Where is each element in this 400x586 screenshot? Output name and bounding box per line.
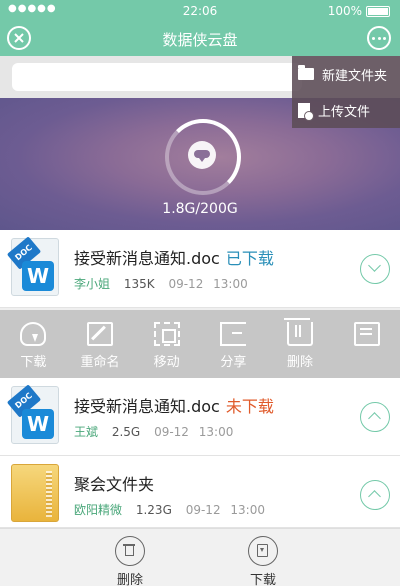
search-input[interactable] bbox=[12, 63, 302, 91]
download-status: 未下载 bbox=[225, 397, 274, 416]
file-name-line: 聚会文件夹 bbox=[74, 471, 154, 495]
menu-item-label: 上传文件 bbox=[318, 104, 371, 120]
file-date: 09-12 bbox=[185, 503, 221, 517]
file-owner: 欧阳精微 bbox=[74, 503, 123, 517]
action-label: 重命名 bbox=[80, 355, 120, 370]
file-size: 2.5G bbox=[111, 425, 141, 439]
file-date: 09-12 bbox=[168, 277, 204, 291]
file-time: 13:00 bbox=[230, 503, 265, 517]
menu-item-label: 新建文件夹 bbox=[322, 68, 388, 84]
action-label: 分享 bbox=[220, 355, 247, 370]
storage-usage: 1.8G/200G bbox=[162, 201, 238, 217]
cloud-download-icon bbox=[20, 322, 47, 346]
menu-item-new-folder[interactable]: 新建文件夹 bbox=[292, 56, 400, 92]
file-date: 09-12 bbox=[154, 425, 189, 439]
expand-button[interactable] bbox=[360, 402, 390, 432]
action-label: 移动 bbox=[153, 355, 180, 370]
battery-indicator: 100% bbox=[328, 4, 390, 18]
rename-action-button[interactable]: 重命名 bbox=[67, 310, 134, 378]
trash-icon bbox=[115, 536, 145, 566]
edit-icon bbox=[87, 322, 113, 346]
file-name: 接受新消息通知.doc bbox=[74, 397, 220, 416]
action-label: 下载 bbox=[20, 355, 47, 370]
file-time: 13:00 bbox=[213, 277, 248, 291]
file-size: 1.23G bbox=[135, 503, 172, 517]
bottom-download-label: 下载 bbox=[249, 573, 276, 586]
file-name-line: 接受新消息通知.doc 未下载 bbox=[74, 393, 274, 417]
upload-file-icon bbox=[298, 102, 314, 121]
share-action-button[interactable]: 分享 bbox=[200, 310, 267, 378]
file-name: 接受新消息通知.doc bbox=[74, 249, 220, 268]
download-action-button[interactable]: 下载 bbox=[0, 310, 67, 378]
file-row[interactable]: 聚会文件夹 欧阳精微 1.23G 09-12 13:00 bbox=[0, 456, 400, 528]
bottom-delete-label: 删除 bbox=[116, 573, 143, 586]
collapse-button[interactable] bbox=[360, 254, 390, 284]
file-meta: 李小姐 135K 09-12 13:00 bbox=[74, 275, 248, 292]
app-header: ●●●●● 22:06 100% 数据侠云盘 bbox=[0, 0, 400, 56]
more-options-button[interactable] bbox=[367, 26, 391, 50]
download-status: 已下载 bbox=[225, 249, 274, 268]
file-owner: 王斌 bbox=[74, 425, 99, 439]
status-bar: ●●●●● 22:06 100% bbox=[0, 0, 400, 22]
move-icon bbox=[153, 322, 180, 346]
delete-action-button[interactable]: 删除 bbox=[267, 310, 334, 378]
file-meta: 王斌 2.5G 09-12 13:00 bbox=[74, 423, 233, 440]
file-owner: 李小姐 bbox=[74, 277, 111, 291]
cloud-download-icon[interactable] bbox=[188, 141, 216, 169]
file-meta: 欧阳精微 1.23G 09-12 13:00 bbox=[74, 501, 265, 518]
file-name: 聚会文件夹 bbox=[74, 475, 155, 494]
folder-file-icon bbox=[11, 464, 59, 522]
share-icon bbox=[220, 322, 247, 346]
bottom-download-button[interactable]: 下载 bbox=[223, 529, 303, 586]
menu-item-upload-file[interactable]: 上传文件 bbox=[292, 92, 400, 128]
doc-file-icon: DOC W bbox=[6, 384, 59, 444]
download-icon bbox=[248, 536, 278, 566]
file-size: 135K bbox=[123, 277, 155, 291]
trash-icon bbox=[284, 318, 314, 346]
file-action-bar: 下载 重命名 移动 分享 删除 bbox=[0, 310, 400, 378]
more-action-button[interactable] bbox=[333, 310, 400, 378]
options-menu: 新建文件夹 上传文件 bbox=[292, 56, 400, 128]
file-name-line: 接受新消息通知.doc 已下载 bbox=[74, 245, 274, 269]
file-time: 13:00 bbox=[198, 425, 234, 439]
bottom-toolbar: 删除 下载 bbox=[0, 528, 400, 586]
expand-button[interactable] bbox=[360, 480, 390, 510]
action-label: 删除 bbox=[287, 355, 314, 370]
file-row[interactable]: DOC W 接受新消息通知.doc 已下载 李小姐 135K 09-12 13:00 bbox=[0, 230, 400, 308]
more-icon bbox=[353, 322, 380, 346]
doc-file-icon: DOC W bbox=[6, 236, 59, 296]
file-row[interactable]: DOC W 接受新消息通知.doc 未下载 王斌 2.5G 09-12 13:00 bbox=[0, 378, 400, 456]
folder-icon bbox=[298, 65, 314, 80]
move-action-button[interactable]: 移动 bbox=[133, 310, 200, 378]
bottom-delete-button[interactable]: 删除 bbox=[90, 529, 170, 586]
page-title: 数据侠云盘 bbox=[162, 31, 238, 49]
battery-icon bbox=[366, 5, 390, 17]
battery-percent: 100% bbox=[327, 4, 362, 18]
